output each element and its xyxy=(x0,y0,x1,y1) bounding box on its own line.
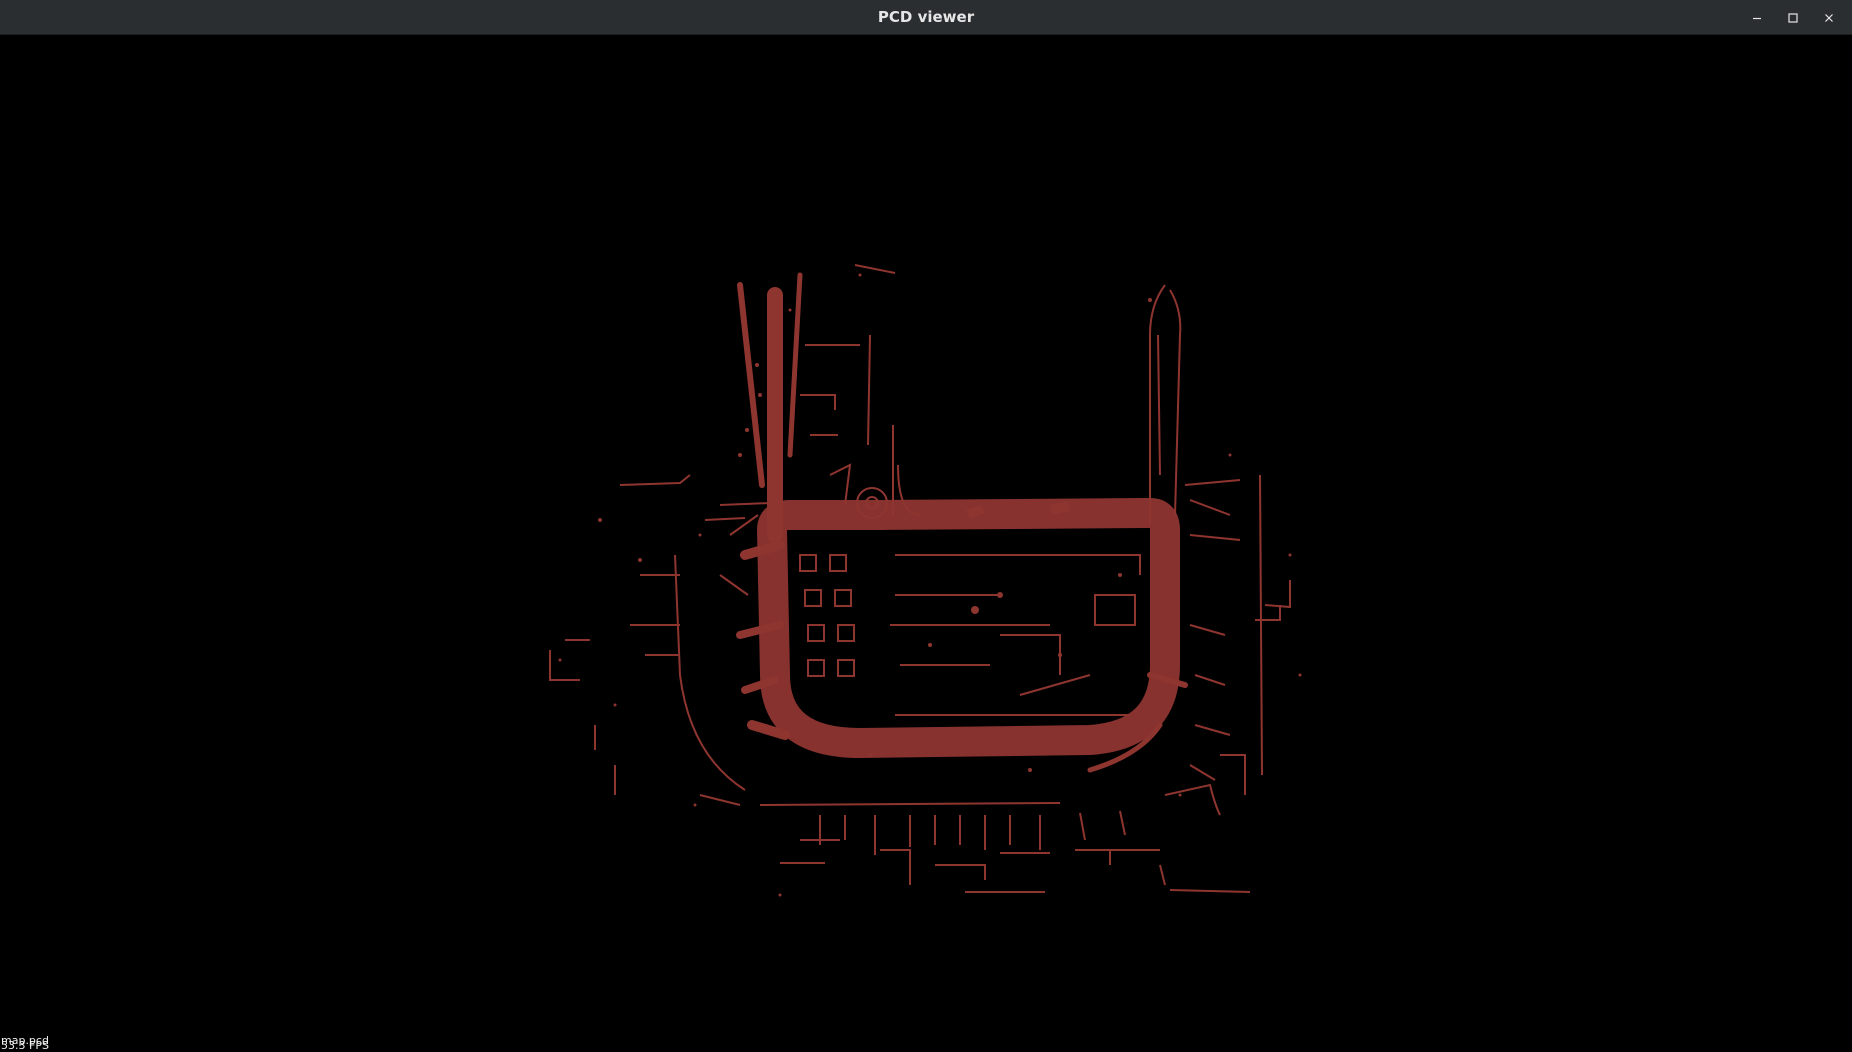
fps-counter: 53.3 FPS xyxy=(1,1039,49,1052)
close-icon xyxy=(1825,13,1833,22)
pcd-viewer-window: PCD viewer map.pcd 53.3 FPS xyxy=(0,0,1852,1052)
title-bar[interactable]: PCD viewer xyxy=(0,0,1852,35)
point-cloud-viewport[interactable]: map.pcd 53.3 FPS xyxy=(0,35,1852,1052)
minimize-button[interactable] xyxy=(1746,7,1768,29)
window-title: PCD viewer xyxy=(877,8,975,26)
maximize-icon xyxy=(1788,12,1798,23)
minimize-icon xyxy=(1753,17,1761,19)
close-button[interactable] xyxy=(1818,7,1840,29)
window-controls xyxy=(1746,0,1840,35)
maximize-button[interactable] xyxy=(1782,7,1804,29)
point-cloud-render xyxy=(549,264,1302,897)
